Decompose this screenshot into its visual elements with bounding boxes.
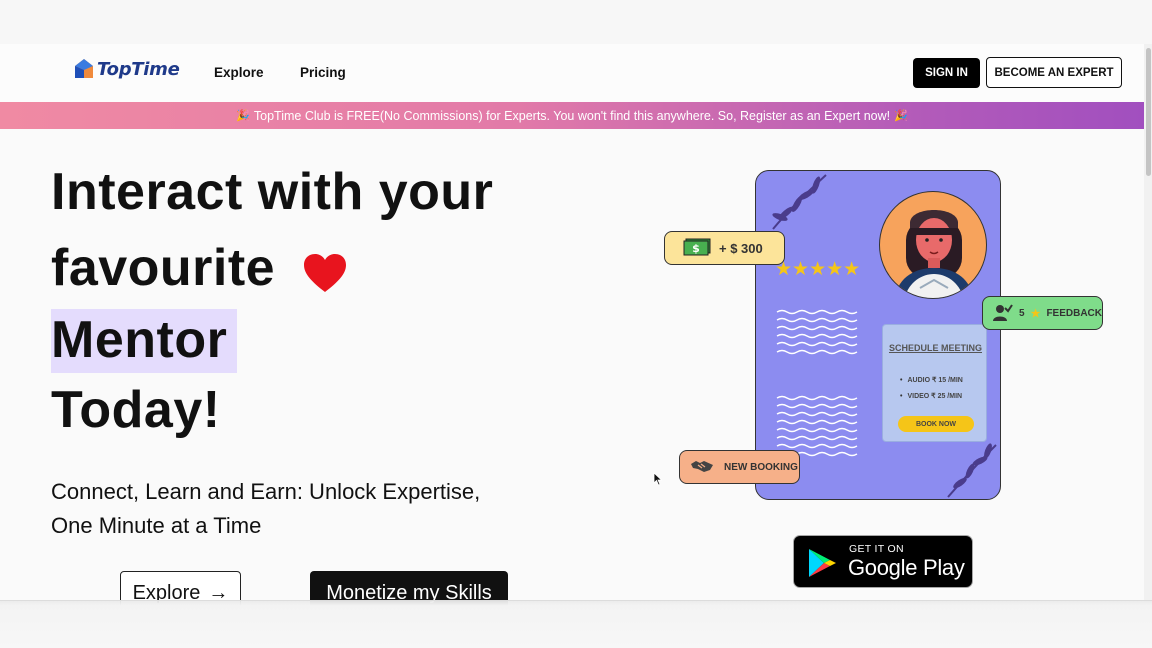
hero-heading-line-2: favourite bbox=[51, 239, 276, 297]
earnings-amount: + $ 300 bbox=[719, 240, 763, 256]
feedback-label: FEEDBACK bbox=[1046, 307, 1102, 319]
feedback-count: 5 bbox=[1019, 307, 1025, 319]
sign-in-button[interactable]: SIGN IN bbox=[913, 58, 980, 88]
become-expert-button[interactable]: BECOME AN EXPERT bbox=[986, 57, 1122, 88]
hero-subtext-line-1: Connect, Learn and Earn: Unlock Expertis… bbox=[51, 479, 481, 504]
google-play-icon bbox=[806, 547, 838, 584]
banner-text: TopTime Club is FREE(No Commissions) for… bbox=[253, 108, 891, 123]
mouse-cursor-icon bbox=[653, 472, 663, 491]
leaf-decoration-icon bbox=[947, 443, 997, 498]
google-play-badge[interactable]: GET IT ON Google Play bbox=[793, 535, 973, 588]
svg-text:$: $ bbox=[692, 242, 700, 255]
earnings-badge: $ + $ 300 bbox=[664, 231, 785, 265]
book-now-button: BOOK NOW bbox=[898, 416, 974, 432]
scrollbar[interactable] bbox=[1144, 44, 1152, 604]
new-booking-badge: NEW BOOKING bbox=[679, 450, 800, 484]
promo-banner[interactable]: 🎉 TopTime Club is FREE(No Commissions) f… bbox=[0, 102, 1144, 129]
mentor-avatar bbox=[879, 191, 987, 299]
star-icon: ★ bbox=[1030, 307, 1041, 320]
scrollbar-thumb[interactable] bbox=[1146, 48, 1151, 176]
google-play-small-text: GET IT ON bbox=[849, 543, 904, 555]
video-rate: VIDEO ₹ 25 /MIN bbox=[900, 392, 962, 400]
cash-icon: $ bbox=[683, 238, 711, 259]
party-popper-icon: 🎉 bbox=[894, 110, 908, 122]
schedule-meeting-panel: SCHEDULE MEETING AUDIO ₹ 15 /MIN VIDEO ₹… bbox=[882, 324, 987, 442]
audio-rate: AUDIO ₹ 15 /MIN bbox=[900, 376, 962, 384]
nav-pricing[interactable]: Pricing bbox=[300, 65, 346, 80]
leaf-decoration-icon bbox=[772, 174, 827, 230]
new-booking-label: NEW BOOKING bbox=[724, 461, 798, 473]
schedule-meeting-title: SCHEDULE MEETING bbox=[888, 343, 982, 353]
rating-stars: ★★★★★ bbox=[775, 259, 861, 280]
header: TopTime Explore Pricing SIGN IN BECOME A… bbox=[0, 44, 1144, 102]
bottom-fade bbox=[0, 600, 1152, 648]
hero-subtext-line-2: One Minute at a Time bbox=[51, 513, 262, 538]
feedback-badge: 5 ★ FEEDBACK bbox=[982, 296, 1103, 330]
top-gap bbox=[0, 0, 1152, 44]
text-lines-decoration bbox=[776, 395, 858, 457]
nav-explore[interactable]: Explore bbox=[214, 65, 264, 80]
text-lines-decoration bbox=[776, 309, 858, 355]
brand-name: TopTime bbox=[97, 58, 180, 80]
page: TopTime Explore Pricing SIGN IN BECOME A… bbox=[0, 0, 1152, 648]
hero-heading-line-4: Today! bbox=[51, 381, 221, 439]
user-check-icon bbox=[993, 303, 1013, 324]
handshake-icon bbox=[690, 458, 714, 477]
heart-icon bbox=[302, 252, 348, 299]
google-play-big-text: Google Play bbox=[848, 555, 965, 580]
party-popper-icon: 🎉 bbox=[236, 110, 250, 122]
hero-heading-line-1: Interact with your bbox=[51, 163, 494, 221]
logo-icon bbox=[74, 58, 94, 80]
brand-logo[interactable]: TopTime bbox=[74, 58, 180, 80]
hero-heading-line-3: Mentor bbox=[51, 311, 228, 369]
